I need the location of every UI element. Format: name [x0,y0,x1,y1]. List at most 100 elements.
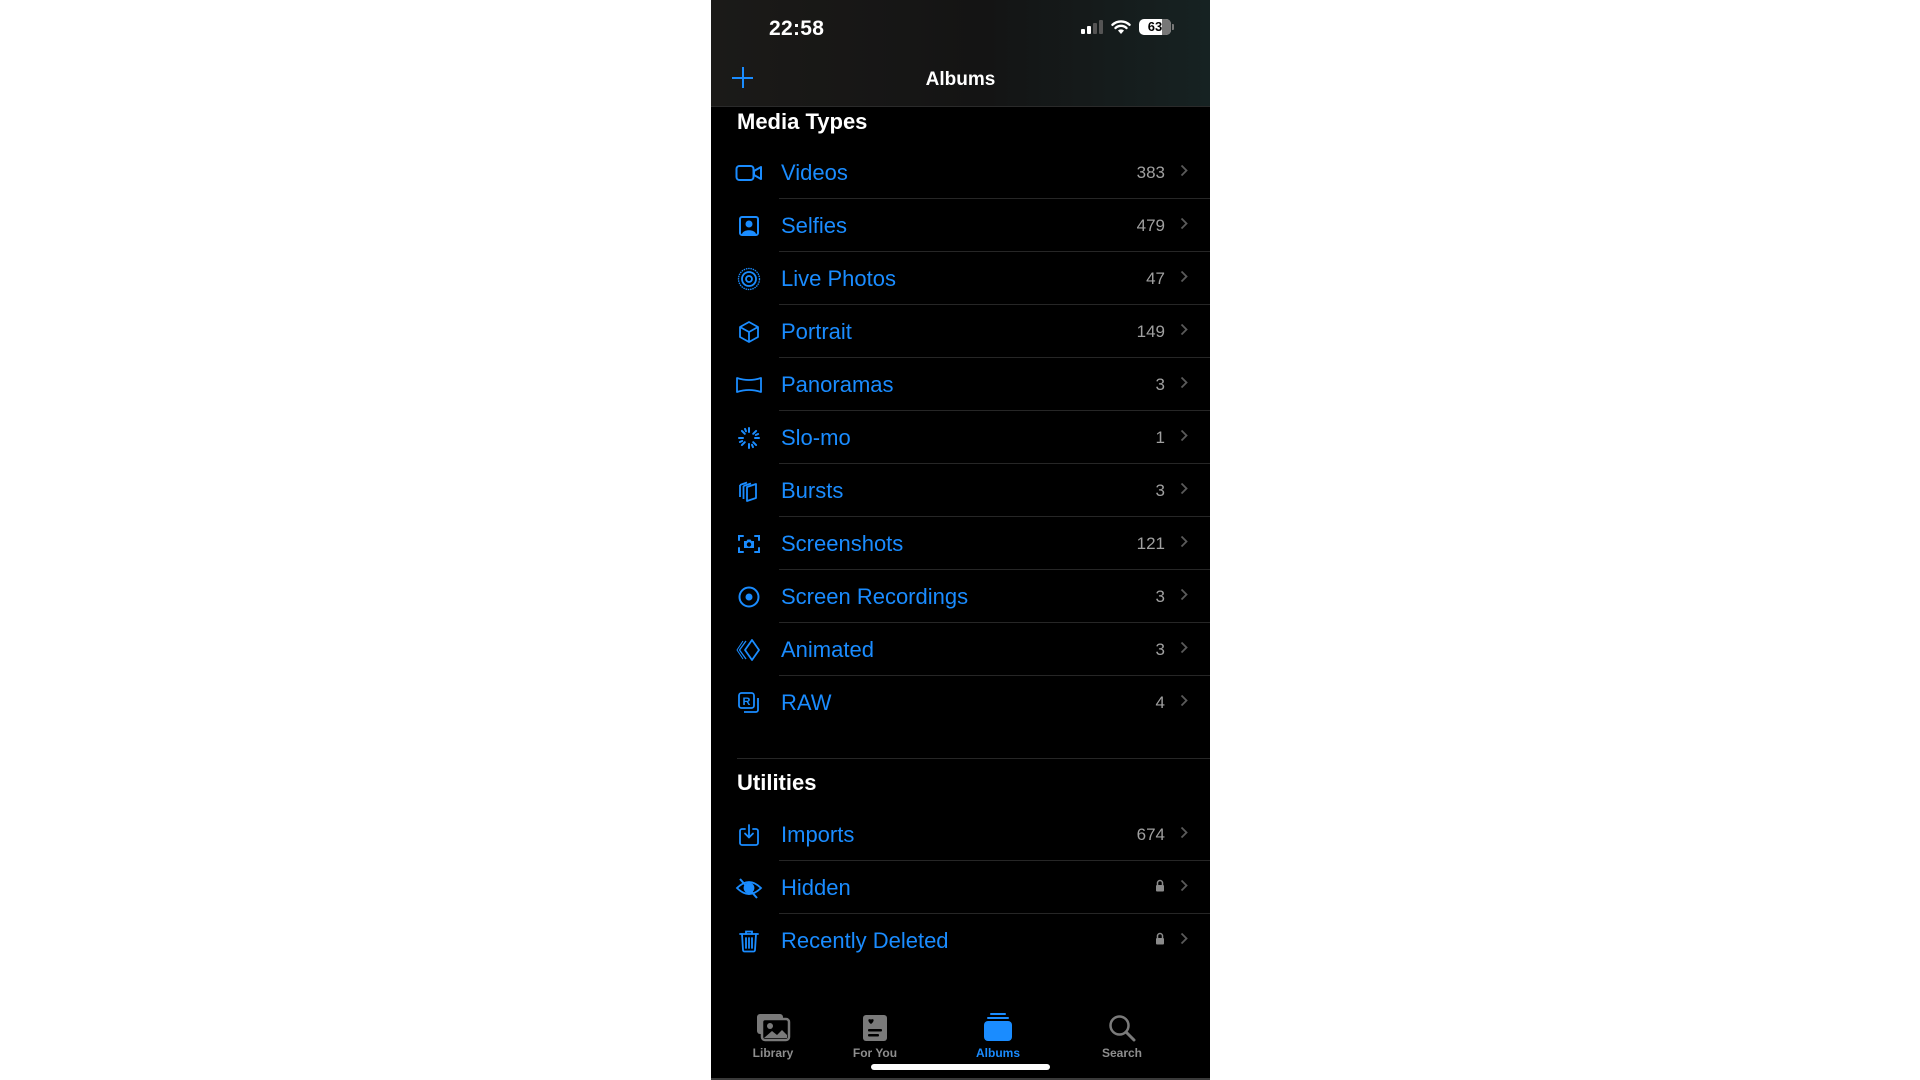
bursts-icon [735,477,763,505]
album-row-portrait[interactable]: Portrait 149 [711,305,1210,358]
chevron-right-icon [1180,535,1188,553]
album-row-screenshots[interactable]: Screenshots 121 [711,517,1210,570]
person-square-icon [735,212,763,240]
tab-bar: Library For You Albums Search [711,980,1210,1080]
album-label: Panoramas [781,371,894,397]
raw-icon: R [735,689,763,717]
album-label: Recently Deleted [781,927,949,953]
tab-search[interactable]: Search [1072,1008,1172,1060]
album-row-panoramas[interactable]: Panoramas 3 [711,358,1210,411]
album-label: Slo-mo [781,424,851,450]
svg-text:R: R [743,696,751,708]
album-label: Portrait [781,318,852,344]
chevron-right-icon [1180,376,1188,394]
chevron-right-icon [1180,694,1188,712]
chevron-right-icon [1180,323,1188,341]
album-row-selfies[interactable]: Selfies 479 [711,199,1210,252]
album-label: Animated [781,636,874,662]
album-row-recently-deleted[interactable]: Recently Deleted [711,914,1210,967]
album-row-screen-recordings[interactable]: Screen Recordings 3 [711,570,1210,623]
cellular-signal-icon [1081,20,1103,34]
wifi-icon [1111,19,1131,34]
media-types-list: Videos 383 Selfies 479 Live Photos 47 Po… [711,146,1210,729]
lock-icon [1155,879,1165,897]
section-title-utilities: Utilities [737,770,817,795]
eye-slash-icon [735,874,763,902]
for-you-icon [825,1008,925,1042]
album-count: 4 [1155,692,1165,712]
chevron-right-icon [1180,932,1188,950]
album-count: 149 [1136,321,1165,341]
chevron-right-icon [1180,879,1188,897]
album-row-bursts[interactable]: Bursts 3 [711,464,1210,517]
search-icon [1072,1008,1172,1042]
album-label: Hidden [781,874,851,900]
animated-diamond-icon [735,636,763,664]
navigation-header: 22:58 63 Albums [711,0,1210,107]
chevron-right-icon [1180,482,1188,500]
tab-for-you[interactable]: For You [825,1008,925,1060]
album-count: 1 [1155,427,1165,447]
utilities-list: Imports 674 Hidden Recently Deleted [711,808,1210,967]
record-circle-icon [735,583,763,611]
album-count: 383 [1136,162,1165,182]
album-label: Selfies [781,212,848,238]
album-label: Live Photos [781,265,896,291]
lock-icon [1155,932,1165,950]
tab-label: For You [852,1046,898,1060]
import-tray-icon [735,821,763,849]
tab-library[interactable]: Library [723,1008,823,1060]
album-row-hidden[interactable]: Hidden [711,861,1210,914]
status-time: 22:58 [769,17,825,40]
tab-label: Library [752,1046,794,1060]
album-row-slo-mo[interactable]: Slo-mo 1 [711,411,1210,464]
album-label: Videos [781,159,848,185]
tab-label: Search [1101,1046,1143,1060]
album-count: 3 [1155,480,1165,500]
chevron-right-icon [1180,588,1188,606]
home-indicator[interactable] [871,1064,1050,1070]
panorama-icon [735,371,763,399]
chevron-right-icon [1180,164,1188,182]
screenshot-camera-icon [735,530,763,558]
section-title-media-types: Media Types [737,109,868,134]
chevron-right-icon [1180,270,1188,288]
album-row-animated[interactable]: Animated 3 [711,623,1210,676]
chevron-right-icon [1180,826,1188,844]
album-label: Screen Recordings [781,583,969,609]
album-row-imports[interactable]: Imports 674 [711,808,1210,861]
tab-albums[interactable]: Albums [948,1008,1048,1060]
tab-label: Albums [975,1046,1020,1060]
battery-indicator: 63 [1139,19,1171,35]
status-icons: 63 [1081,19,1174,35]
album-count: 3 [1155,639,1165,659]
slowmo-icon [735,424,763,452]
album-row-videos[interactable]: Videos 383 [711,146,1210,199]
album-count: 121 [1136,533,1165,553]
chevron-right-icon [1180,429,1188,447]
photo-library-icon [723,1008,823,1042]
album-label: Bursts [781,477,844,503]
phone-screen: 22:58 63 Albums Media Types Videos 383 S… [711,0,1210,1080]
album-label: Imports [781,821,855,847]
live-photo-icon [735,265,763,293]
album-count: 3 [1155,374,1165,394]
album-label: RAW [781,689,832,715]
album-row-live-photos[interactable]: Live Photos 47 [711,252,1210,305]
album-count: 47 [1146,268,1165,288]
album-count: 674 [1136,824,1165,844]
album-row-raw[interactable]: R RAW 4 [711,676,1210,729]
battery-percent: 63 [1147,19,1163,34]
battery-tip [1172,24,1174,30]
trash-icon [735,927,763,955]
album-count: 3 [1155,586,1165,606]
chevron-right-icon [1180,217,1188,235]
albums-stack-icon [948,1008,1048,1042]
cube-icon [735,318,763,346]
video-camera-icon [735,159,763,187]
section-divider [737,758,1210,759]
page-title: Albums [925,69,996,90]
album-label: Screenshots [781,530,904,556]
chevron-right-icon [1180,641,1188,659]
album-count: 479 [1136,215,1165,235]
